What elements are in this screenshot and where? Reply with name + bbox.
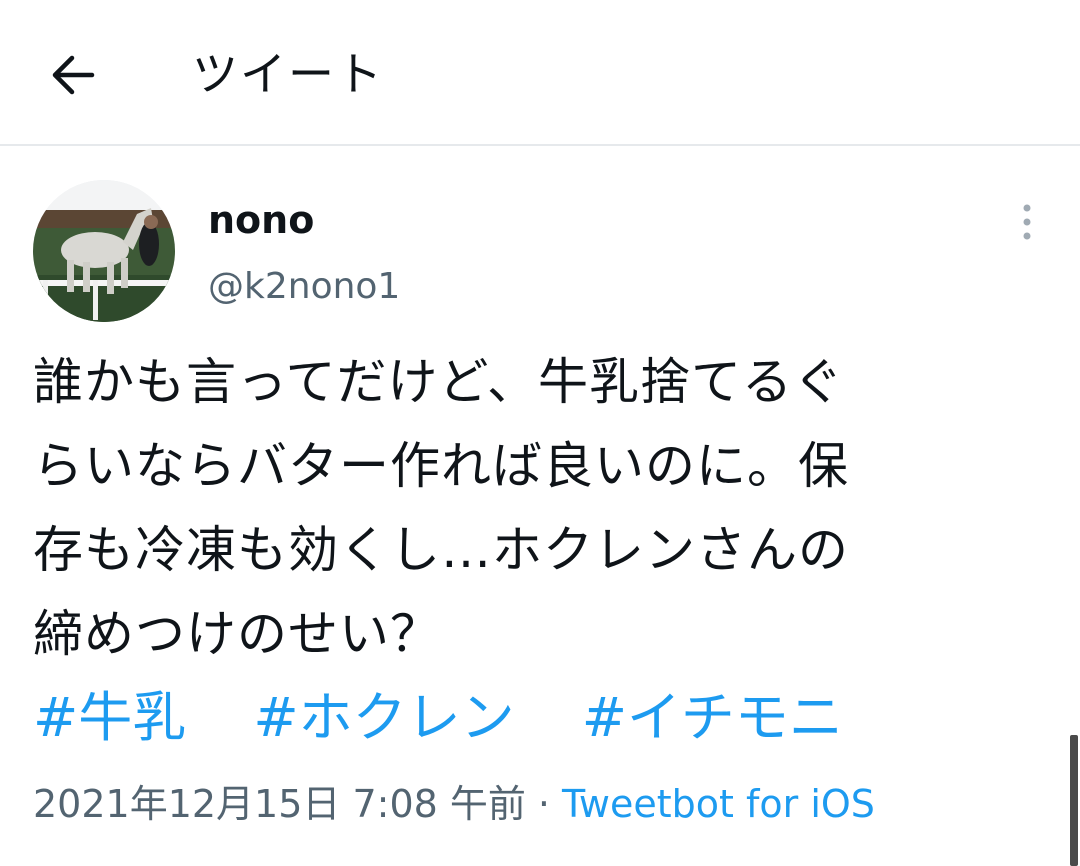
tweet-text-line: らいならバター作れば良いのに。保 — [33, 437, 849, 495]
arrow-left-icon — [52, 55, 95, 95]
more-vertical-icon — [1023, 204, 1031, 240]
more-options-button[interactable] — [1010, 200, 1044, 244]
meta-separator: · — [537, 782, 550, 826]
author-handle[interactable]: @k2nono1 — [208, 264, 400, 310]
avatar[interactable] — [33, 180, 175, 322]
scrollbar[interactable] — [1070, 735, 1078, 866]
back-button[interactable] — [48, 50, 98, 100]
hashtag-link[interactable]: #ホクレン — [253, 680, 514, 756]
tweet-meta: 2021年12月15日 7:08 午前 · Tweetbot for iOS — [33, 778, 875, 830]
author-display-name[interactable]: nono — [208, 196, 314, 244]
hashtag-link[interactable]: #イチモニ — [582, 680, 843, 756]
tweet-timestamp[interactable]: 2021年12月15日 7:08 午前 — [33, 782, 526, 826]
page-title: ツイート — [192, 47, 384, 101]
horse-avatar-image — [33, 180, 175, 322]
tweet-source-link[interactable]: Tweetbot for iOS — [562, 782, 875, 826]
tweet-text-line: 誰かも言ってだけど、牛乳捨てるぐ — [33, 353, 844, 411]
hashtag-list: #牛乳 #ホクレン #イチモニ — [33, 680, 905, 756]
hashtag-link[interactable]: #牛乳 — [33, 680, 186, 756]
top-app-bar: ツイート — [0, 0, 1080, 146]
tweet-text-line: 締めつけのせい？ — [33, 605, 441, 663]
tweet-text: 誰かも言ってだけど、牛乳捨てるぐ らいならバター作れば良いのに。保 存も冷凍も効… — [33, 340, 1053, 676]
tweet-text-line: 存も冷凍も効くし…ホクレンさんの — [33, 521, 849, 579]
